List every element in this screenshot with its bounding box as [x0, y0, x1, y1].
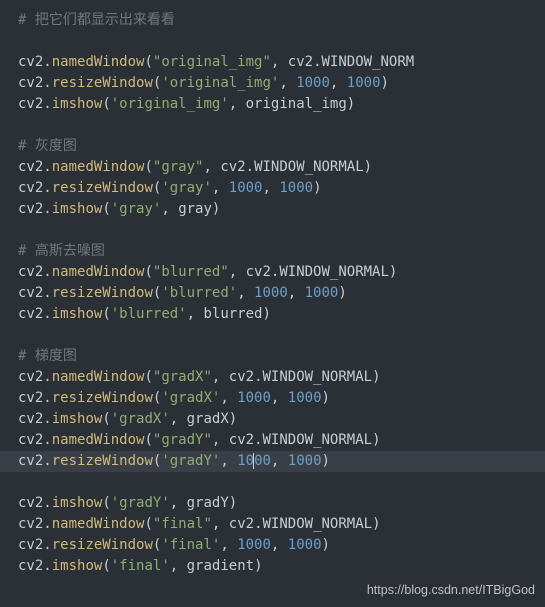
code-line: cv2.imshow('gradX', gradX) [18, 411, 237, 427]
code-line: cv2.imshow('original_img', original_img) [18, 96, 355, 112]
code-line: cv2.namedWindow("gradX", cv2.WINDOW_NORM… [18, 369, 381, 385]
comment-line: # 灰度图 [18, 138, 77, 154]
comment-line: # 把它们都显示出来看看 [18, 12, 175, 28]
code-line: cv2.namedWindow("original_img", cv2.WIND… [18, 54, 414, 70]
code-line: cv2.namedWindow("gray", cv2.WINDOW_NORMA… [18, 159, 372, 175]
code-line: cv2.namedWindow("blurred", cv2.WINDOW_NO… [18, 264, 397, 280]
code-block: # 把它们都显示出来看看 cv2.namedWindow("original_i… [0, 0, 545, 587]
comment-line: # 梯度图 [18, 348, 77, 364]
code-line-highlighted: cv2.resizeWindow('gradY', 1000, 1000) [0, 451, 545, 472]
code-line: cv2.resizeWindow('original_img', 1000, 1… [18, 75, 389, 91]
code-line: cv2.namedWindow("gradY", cv2.WINDOW_NORM… [18, 432, 381, 448]
code-line: cv2.imshow('gradY', gradY) [18, 495, 237, 511]
code-line: cv2.imshow('gray', gray) [18, 201, 220, 217]
code-line: cv2.namedWindow("final", cv2.WINDOW_NORM… [18, 516, 381, 532]
code-line: cv2.resizeWindow('gray', 1000, 1000) [18, 180, 322, 196]
code-line: cv2.resizeWindow('blurred', 1000, 1000) [18, 285, 347, 301]
watermark-text: https://blog.csdn.net/ITBigGod [367, 580, 535, 601]
comment-line: # 高斯去噪图 [18, 243, 105, 259]
code-line: cv2.resizeWindow('final', 1000, 1000) [18, 537, 330, 553]
code-line: cv2.imshow('final', gradient) [18, 558, 263, 574]
code-line: cv2.resizeWindow('gradX', 1000, 1000) [18, 390, 330, 406]
code-line: cv2.imshow('blurred', blurred) [18, 306, 271, 322]
